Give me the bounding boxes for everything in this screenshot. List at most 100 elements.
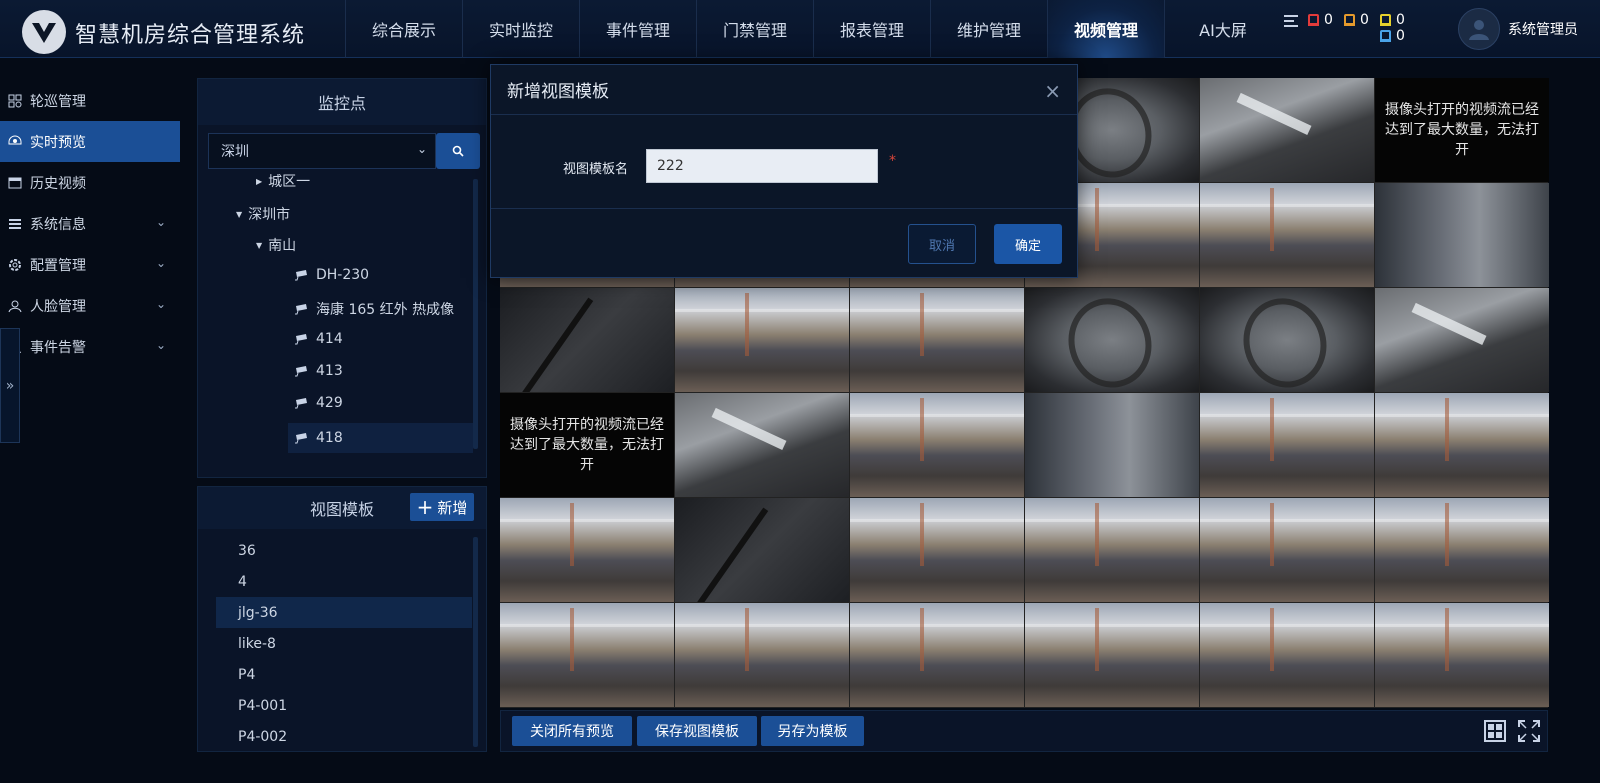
nav-event-management[interactable]: 事件管理	[579, 0, 696, 58]
sidebar-item-config[interactable]: 配置管理 ⌄	[0, 244, 180, 285]
cctv-camera-icon	[295, 398, 307, 409]
video-tile-error[interactable]: 摄像头打开的视频流已经达到了最大数量，无法打开	[1375, 78, 1549, 182]
alert-major[interactable]: 0	[1344, 12, 1369, 28]
user-name: 系统管理员	[1508, 22, 1578, 38]
template-item[interactable]: P4	[216, 659, 472, 690]
video-tile[interactable]	[675, 498, 849, 602]
search-button[interactable]	[436, 133, 480, 169]
video-tile[interactable]	[1375, 288, 1549, 392]
video-tile[interactable]	[1375, 183, 1549, 287]
sidebar-item-system-info[interactable]: 系统信息 ⌄	[0, 203, 180, 244]
template-name-input[interactable]	[646, 149, 878, 183]
video-tile[interactable]	[1200, 498, 1374, 602]
user-menu[interactable]: 系统管理员	[1458, 8, 1578, 50]
tree-node-district[interactable]: ▼ 南山	[256, 235, 296, 255]
template-panel-header: 视图模板 + 新增	[198, 487, 486, 529]
tree-camera-selected[interactable]: 418	[288, 423, 473, 453]
fullscreen-icon[interactable]	[1517, 719, 1541, 743]
sidebar-expand-toggle[interactable]: »	[0, 328, 20, 443]
sidebar-item-live-preview[interactable]: 实时预览	[0, 121, 180, 162]
video-tile[interactable]	[675, 393, 849, 497]
alert-bell-blue-icon	[1380, 30, 1391, 42]
nav-ai-screen[interactable]: AI大屏	[1164, 0, 1281, 58]
video-tile[interactable]	[1375, 393, 1549, 497]
tree-camera[interactable]: 海康 165 红外 热成像	[294, 299, 454, 319]
close-all-preview-button[interactable]: 关闭所有预览	[512, 716, 632, 746]
app-title: 智慧机房综合管理系统	[75, 23, 306, 48]
cctv-camera-icon	[295, 270, 307, 281]
tree-camera-label: 418	[316, 430, 343, 446]
layout-grid-icon[interactable]	[1484, 720, 1506, 742]
template-item[interactable]: 36	[216, 535, 472, 566]
monitor-point-panel: 监控点 深圳 ⌄ ▶ 城区一 ▼ 深圳市 ▼ 南山 DH-230 海康 165 …	[197, 78, 487, 478]
template-item[interactable]: like-8	[216, 628, 472, 659]
sidebar-item-event-alarm[interactable]: 事件告警 ⌄	[0, 326, 180, 367]
alert-list-icon[interactable]	[1284, 14, 1300, 28]
cancel-button[interactable]: 取消	[908, 224, 976, 264]
video-tile[interactable]	[1025, 393, 1199, 497]
close-icon[interactable]: ×	[1044, 79, 1061, 103]
avatar	[1458, 8, 1500, 50]
video-tile[interactable]	[1200, 603, 1374, 707]
chevron-down-icon: ⌄	[155, 256, 166, 270]
sidebar-item-label: 配置管理	[30, 257, 86, 274]
video-tile[interactable]	[675, 603, 849, 707]
alert-info[interactable]: 0	[1380, 28, 1405, 44]
video-tile[interactable]	[675, 288, 849, 392]
logo	[22, 10, 66, 54]
dialog-title: 新增视图模板	[507, 82, 609, 102]
video-tile[interactable]	[1200, 78, 1374, 182]
alert-critical[interactable]: 0	[1308, 12, 1333, 28]
main-nav: 综合展示 实时监控 事件管理 门禁管理 报表管理 维护管理 视频管理 AI大屏	[345, 0, 1281, 58]
video-tile[interactable]	[850, 498, 1024, 602]
tree-node-city[interactable]: ▼ 深圳市	[236, 204, 290, 224]
caret-down-icon: ▼	[236, 209, 243, 219]
video-tile[interactable]	[1200, 288, 1374, 392]
nav-access-control[interactable]: 门禁管理	[696, 0, 813, 58]
add-template-button[interactable]: + 新增	[410, 493, 474, 521]
tree-camera[interactable]: 413	[294, 363, 343, 379]
tree-camera[interactable]: 429	[294, 395, 343, 411]
confirm-button[interactable]: 确定	[994, 224, 1062, 264]
sidebar-item-patrol[interactable]: 轮巡管理	[0, 80, 180, 121]
template-item[interactable]: 4	[216, 566, 472, 597]
template-item-selected[interactable]: jlg-36	[216, 597, 472, 628]
nav-maintenance[interactable]: 维护管理	[930, 0, 1047, 58]
list-icon	[9, 218, 21, 229]
caret-right-icon: ▶	[256, 176, 263, 186]
tree-scrollbar[interactable]	[473, 179, 478, 449]
video-tile[interactable]	[850, 288, 1024, 392]
video-tile[interactable]	[1025, 288, 1199, 392]
video-tile[interactable]	[1025, 603, 1199, 707]
video-tile[interactable]	[850, 393, 1024, 497]
video-toolbar: 关闭所有预览 保存视图模板 另存为模板	[500, 710, 1548, 752]
nav-realtime-monitor[interactable]: 实时监控	[462, 0, 579, 58]
video-tile[interactable]	[1200, 393, 1374, 497]
video-tile[interactable]	[500, 288, 674, 392]
tree-camera[interactable]: 414	[294, 331, 343, 347]
video-tile[interactable]	[500, 498, 674, 602]
template-item[interactable]: P4-002	[216, 721, 472, 747]
alert-minor[interactable]: 0	[1380, 12, 1405, 28]
video-tile-error[interactable]: 摄像头打开的视频流已经达到了最大数量，无法打开	[500, 393, 674, 497]
video-tile[interactable]	[1025, 498, 1199, 602]
save-view-template-button[interactable]: 保存视图模板	[637, 716, 757, 746]
nav-overview[interactable]: 综合展示	[345, 0, 462, 58]
video-tile[interactable]	[500, 603, 674, 707]
video-tile[interactable]	[1200, 183, 1374, 287]
video-tile[interactable]	[1375, 603, 1549, 707]
tree-camera[interactable]: DH-230	[294, 267, 369, 283]
region-select[interactable]: 深圳 ⌄	[208, 133, 436, 169]
video-tile[interactable]	[1375, 498, 1549, 602]
nav-reports[interactable]: 报表管理	[813, 0, 930, 58]
save-as-template-button[interactable]: 另存为模板	[761, 716, 864, 746]
template-scrollbar[interactable]	[473, 537, 478, 747]
nav-video-management[interactable]: 视频管理	[1047, 0, 1164, 58]
video-tile[interactable]	[850, 603, 1024, 707]
required-mark: *	[889, 153, 896, 169]
tree-node-partial[interactable]: ▶ 城区一	[256, 174, 310, 191]
sidebar-item-history-video[interactable]: 历史视频	[0, 162, 180, 203]
sidebar-item-face[interactable]: 人脸管理 ⌄	[0, 285, 180, 326]
tree-node-label: 城区一	[268, 174, 311, 190]
template-item[interactable]: P4-001	[216, 690, 472, 721]
